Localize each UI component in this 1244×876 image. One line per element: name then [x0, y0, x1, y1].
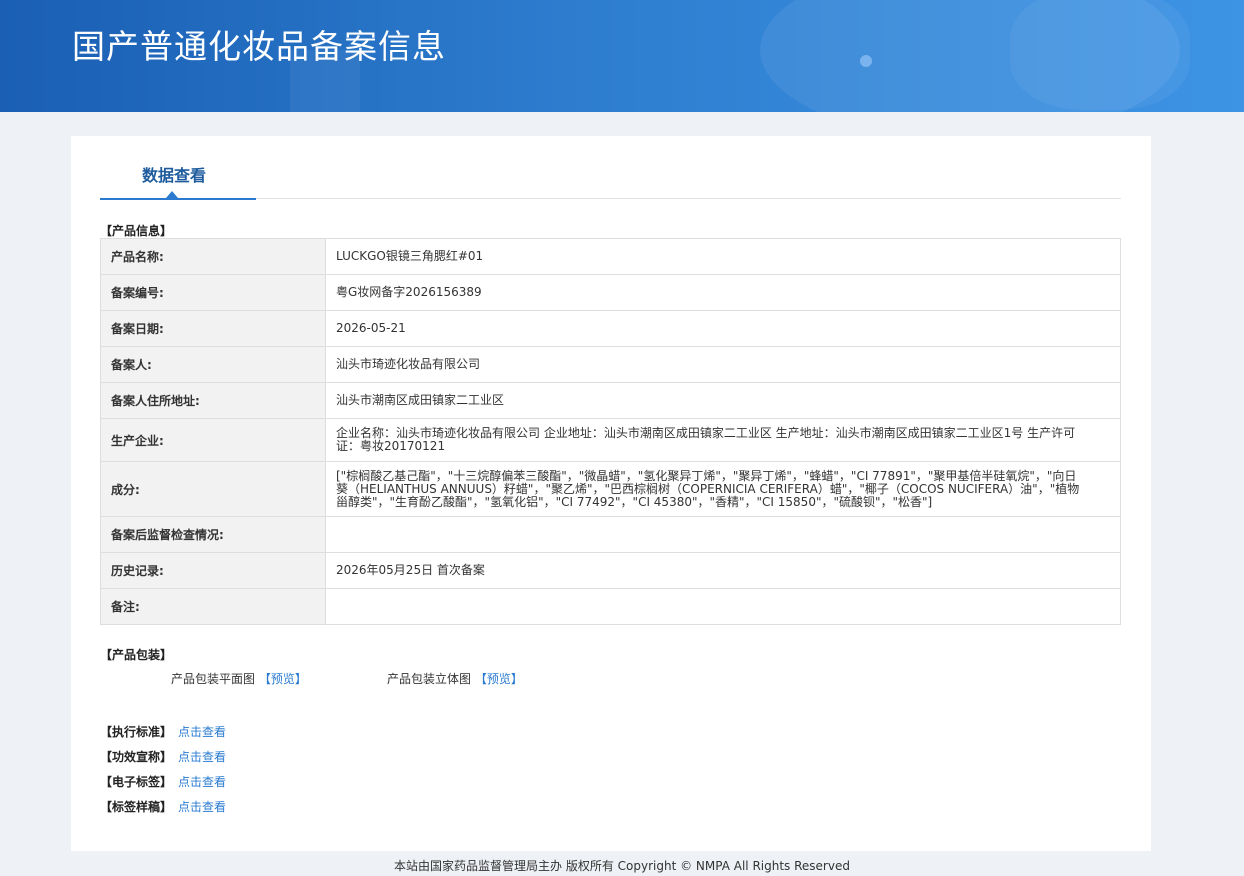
row-key: 备案编号:: [100, 274, 326, 311]
package-stereo-label: 产品包装立体图: [387, 672, 472, 686]
table-row: 备案编号: 粤G妆网备字2026156389: [100, 274, 1121, 311]
extra-label: 【电子标签】: [100, 775, 173, 789]
product-info-table: 产品名称: LUCKGO银镜三角腮红#01 备案编号: 粤G妆网备字202615…: [100, 238, 1121, 625]
row-value: 企业名称：汕头市琦迹化妆品有限公司 企业地址：汕头市潮南区成田镇家二工业区 生产…: [325, 418, 1121, 462]
table-row: 产品名称: LUCKGO银镜三角腮红#01: [100, 238, 1121, 275]
page-header: 国产普通化妆品备案信息: [0, 0, 1244, 112]
row-value: 2026年05月25日 首次备案: [325, 552, 1121, 589]
section-label-product-info: 【产品信息】: [100, 224, 173, 238]
table-row: 历史记录: 2026年05月25日 首次备案: [100, 552, 1121, 589]
row-value: 粤G妆网备字2026156389: [325, 274, 1121, 311]
row-key: 备案后监督检查情况:: [100, 516, 326, 553]
row-value: LUCKGO银镜三角腮红#01: [325, 238, 1121, 275]
row-value: 汕头市潮南区成田镇家二工业区: [325, 382, 1121, 419]
tab-label: 数据查看: [141, 166, 206, 185]
extra-label: 【标签样稿】: [100, 800, 173, 814]
row-value: 2026-05-21: [325, 310, 1121, 347]
header-decoration-dot: [860, 55, 872, 67]
package-flat-item: 产品包装平面图 【预览】: [171, 670, 307, 687]
package-flat-label: 产品包装平面图: [171, 672, 256, 686]
extra-links: 【执行标准】 点击查看 【功效宣称】 点击查看 【电子标签】 点击查看 【标签样稿】点…: [100, 723, 226, 823]
tab-bar: 数据查看: [100, 136, 1121, 200]
table-row: 备案后监督检查情况:: [100, 516, 1121, 553]
row-key: 生产企业:: [100, 418, 326, 462]
view-standard-link[interactable]: 点击查看: [178, 725, 226, 739]
table-row: 成分: ["棕榈酸乙基己酯"，"十三烷醇偏苯三酸酯"，"微晶蜡"，"氢化聚异丁烯…: [100, 461, 1121, 517]
row-key: 备案人住所地址:: [100, 382, 326, 419]
view-efficacy-link[interactable]: 点击查看: [178, 750, 226, 764]
view-label-draft-link[interactable]: 点击查看: [178, 800, 226, 814]
package-stereo-item: 产品包装立体图 【预览】: [387, 670, 523, 687]
header-decoration: [1010, 0, 1190, 110]
row-key: 历史记录:: [100, 552, 326, 589]
extra-row-efficacy: 【功效宣称】 点击查看: [100, 748, 226, 773]
extra-row-e-label: 【电子标签】 点击查看: [100, 773, 226, 798]
section-label-packaging: 【产品包装】: [100, 648, 173, 662]
extra-label: 【执行标准】: [100, 725, 173, 739]
row-key: 产品名称:: [100, 238, 326, 275]
package-stereo-preview-link[interactable]: 【预览】: [475, 672, 523, 686]
table-row: 生产企业: 企业名称：汕头市琦迹化妆品有限公司 企业地址：汕头市潮南区成田镇家二…: [100, 418, 1121, 462]
table-row: 备注:: [100, 588, 1121, 625]
content-panel: 数据查看 【产品信息】 产品名称: LUCKGO银镜三角腮红#01 备案编号: …: [71, 136, 1151, 851]
page-title: 国产普通化妆品备案信息: [72, 27, 446, 66]
extra-row-label-draft: 【标签样稿】 点击查看: [100, 798, 226, 823]
row-value: ["棕榈酸乙基己酯"，"十三烷醇偏苯三酸酯"，"微晶蜡"，"氢化聚异丁烯"，"聚…: [325, 461, 1121, 517]
row-key: 备案人:: [100, 346, 326, 383]
row-key: 备注:: [100, 588, 326, 625]
row-value: 汕头市琦迹化妆品有限公司: [325, 346, 1121, 383]
row-key: 成分:: [100, 461, 326, 517]
table-row: 备案日期: 2026-05-21: [100, 310, 1121, 347]
tab-data-view[interactable]: 数据查看: [100, 136, 256, 200]
tab-active-indicator: [166, 191, 178, 198]
extra-label: 【功效宣称】: [100, 750, 173, 764]
page-footer: 本站由国家药品监督管理局主办 版权所有 Copyright © NMPA All…: [394, 859, 850, 873]
view-e-label-link[interactable]: 点击查看: [178, 775, 226, 789]
package-flat-preview-link[interactable]: 【预览】: [259, 672, 307, 686]
table-row: 备案人: 汕头市琦迹化妆品有限公司: [100, 346, 1121, 383]
row-key: 备案日期:: [100, 310, 326, 347]
row-value: [325, 588, 1121, 625]
table-row: 备案人住所地址: 汕头市潮南区成田镇家二工业区: [100, 382, 1121, 419]
extra-row-standard: 【执行标准】 点击查看: [100, 723, 226, 748]
row-value: [325, 516, 1121, 553]
